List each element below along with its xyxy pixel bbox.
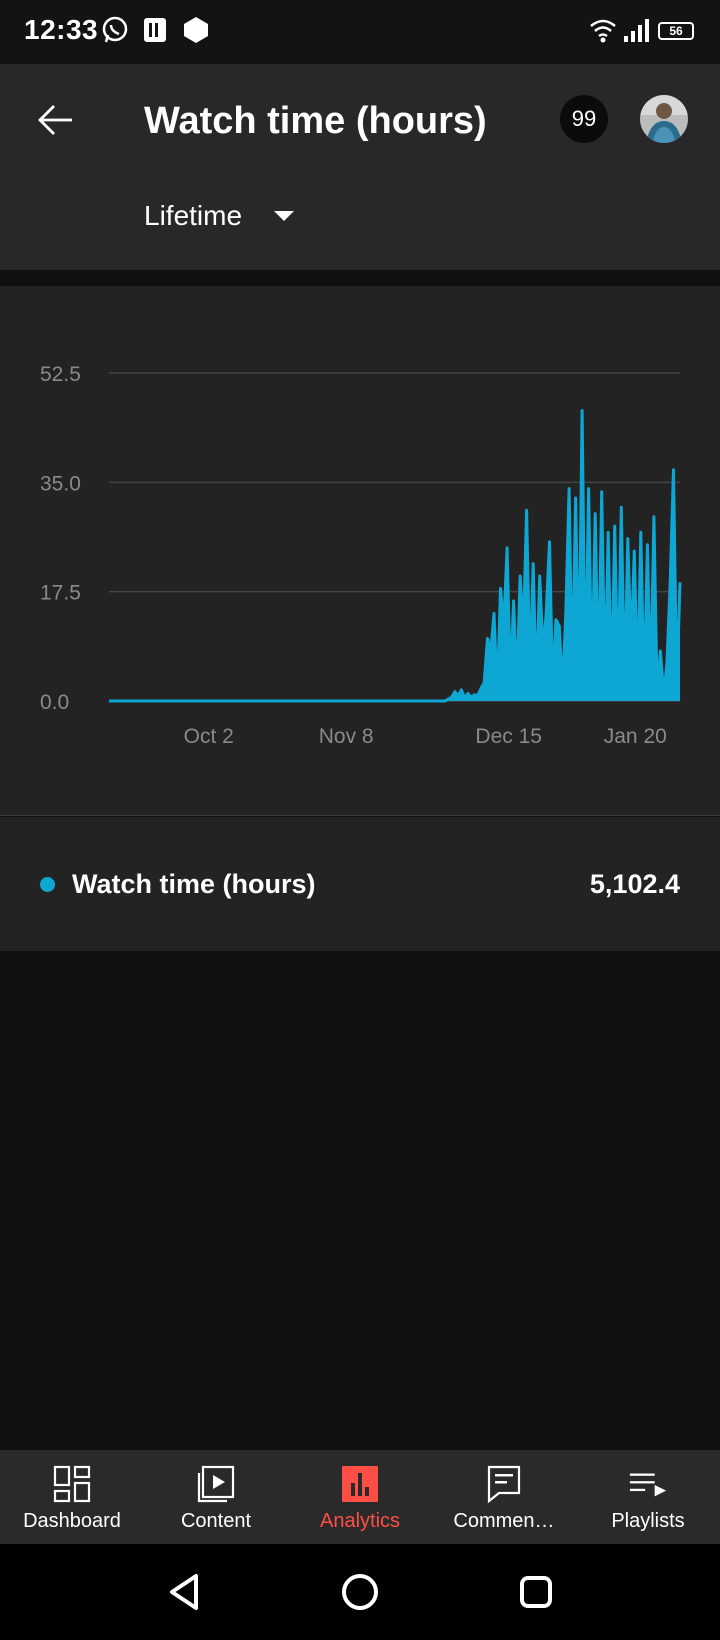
system-back-button[interactable] xyxy=(158,1566,210,1618)
system-navigation-bar xyxy=(0,1544,720,1640)
back-arrow-icon xyxy=(38,105,72,135)
y-tick-label: 35.0 xyxy=(40,472,81,495)
x-tick-label: Dec 15 xyxy=(475,725,542,748)
date-range-dropdown[interactable]: Lifetime xyxy=(144,200,296,232)
dashboard-icon xyxy=(52,1464,92,1504)
system-home-button[interactable] xyxy=(334,1566,386,1618)
nav-label-analytics: Analytics xyxy=(319,1510,401,1532)
system-recents-button[interactable] xyxy=(510,1566,562,1618)
battery-icon: 56 xyxy=(658,22,694,40)
date-range-label: Lifetime xyxy=(144,200,243,231)
x-tick-label: Oct 2 xyxy=(184,725,234,748)
avatar-image xyxy=(640,95,688,143)
legend-value: 5,102.4 xyxy=(589,869,680,899)
nav-label-content: Content xyxy=(180,1510,252,1532)
notification-count: 99 xyxy=(571,106,597,131)
content-icon xyxy=(196,1464,236,1504)
app-header xyxy=(0,64,720,270)
watch-time-chart[interactable]: 52.5 35.0 17.5 0.0 Oct 2 Nov 8 Dec 15 Jan 20 xyxy=(0,286,720,816)
playlists-icon xyxy=(628,1464,668,1504)
nav-playlists[interactable]: Playlists xyxy=(576,1450,720,1544)
notifications-button[interactable]: 99 xyxy=(560,95,608,143)
x-tick-label: Nov 8 xyxy=(319,725,374,748)
comments-icon xyxy=(484,1464,524,1504)
nav-comments[interactable]: Commen… xyxy=(432,1450,576,1544)
y-tick-label: 17.5 xyxy=(40,582,81,605)
chart-card: 52.5 35.0 17.5 0.0 Oct 2 Nov 8 Dec 15 Jan 20 xyxy=(0,286,720,816)
hexagon-app-icon xyxy=(184,17,208,43)
whatsapp-icon xyxy=(102,16,128,43)
nav-dashboard[interactable]: Dashboard xyxy=(0,1450,144,1544)
dropdown-caret-icon xyxy=(274,211,295,221)
nav-label-playlists: Playlists xyxy=(611,1510,685,1532)
status-bar: 12:33 56 xyxy=(0,0,720,64)
bottom-navigation: Dashboard Content Analytics Commen… Play… xyxy=(0,1450,720,1544)
legend-label: Watch time (hours) xyxy=(72,869,316,899)
page-title: Watch time (hours) xyxy=(144,100,487,142)
legend-row: Watch time (hours) 5,102.4 xyxy=(0,817,720,951)
avatar[interactable] xyxy=(640,95,688,143)
nav-label-comments: Commen… xyxy=(453,1510,555,1532)
parking-app-icon xyxy=(144,18,166,42)
y-tick-label: 0.0 xyxy=(40,691,69,714)
wifi-icon xyxy=(590,19,616,43)
back-button[interactable] xyxy=(26,90,86,150)
nav-label-dashboard: Dashboard xyxy=(23,1510,121,1532)
square-recents-icon xyxy=(520,1576,552,1608)
triangle-back-icon xyxy=(170,1574,198,1610)
battery-level: 56 xyxy=(669,24,683,38)
circle-home-icon xyxy=(342,1574,378,1610)
x-tick-label: Jan 20 xyxy=(604,725,667,748)
nav-content[interactable]: Content xyxy=(144,1450,288,1544)
status-time: 12:33 xyxy=(24,14,99,45)
y-tick-label: 52.5 xyxy=(40,363,81,386)
signal-icon xyxy=(624,19,649,42)
series-dot xyxy=(40,877,55,892)
analytics-icon xyxy=(340,1464,380,1504)
nav-analytics[interactable]: Analytics xyxy=(288,1450,432,1544)
